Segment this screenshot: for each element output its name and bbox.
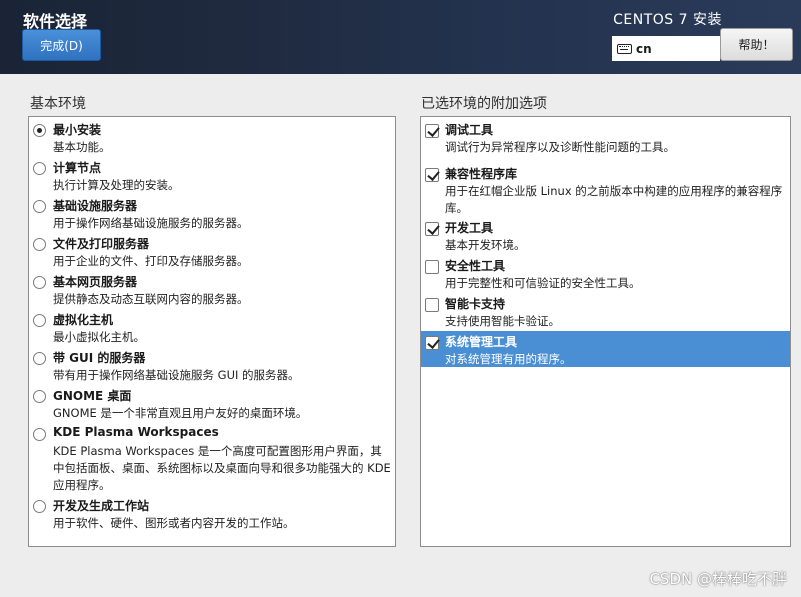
keyboard-layout-indicator[interactable]: cn: [612, 36, 720, 61]
radio-button[interactable]: [33, 314, 46, 327]
env-item-web-server[interactable]: 基本网页服务器 提供静态及动态互联网内容的服务器。: [29, 271, 395, 309]
addon-item-dev-tools[interactable]: 开发工具 基本开发环境。: [421, 217, 790, 255]
addon-title: 兼容性程序库: [445, 167, 518, 181]
done-button[interactable]: 完成(D): [22, 29, 101, 61]
addon-desc: 基本开发环境。: [445, 238, 526, 252]
addon-item-security-tools[interactable]: 安全性工具 用于完整性和可信验证的安全性工具。: [421, 255, 790, 293]
radio-button[interactable]: [33, 238, 46, 251]
addons-heading: 已选环境的附加选项: [421, 96, 547, 112]
radio-button[interactable]: [33, 162, 46, 175]
keyboard-layout-label: cn: [636, 41, 652, 56]
radio-button[interactable]: [33, 352, 46, 365]
product-title: CENTOS 7 安装: [613, 12, 722, 28]
env-desc: 提供静态及动态互联网内容的服务器。: [53, 292, 249, 306]
env-item-kde-plasma[interactable]: KDE Plasma Workspaces KDE Plasma Workspa…: [29, 423, 395, 495]
base-environment-heading: 基本环境: [30, 96, 86, 112]
addons-list: 调试工具 调试行为异常程序以及诊断性能问题的工具。 兼容性程序库 用于在红帽企业…: [420, 116, 791, 547]
env-title: 基础设施服务器: [53, 199, 138, 213]
env-title: GNOME 桌面: [53, 389, 132, 403]
env-title: 计算节点: [53, 161, 102, 175]
env-desc: 执行计算及处理的安装。: [53, 178, 180, 192]
env-title: 文件及打印服务器: [53, 237, 150, 251]
base-environment-list: 最小安装 基本功能。 计算节点 执行计算及处理的安装。 基础设施服务器 用于操作…: [28, 116, 396, 547]
addon-item-compat-libs[interactable]: 兼容性程序库 用于在红帽企业版 Linux 的之前版本中构建的应用程序的兼容程序…: [421, 163, 790, 215]
env-desc: 用于企业的文件、打印及存储服务器。: [53, 254, 249, 268]
env-title: 最小安装: [53, 123, 102, 137]
env-desc: 基本功能。: [53, 140, 111, 154]
env-title: 虚拟化主机: [53, 313, 114, 327]
addon-desc: 支持使用智能卡验证。: [445, 314, 560, 328]
checkbox[interactable]: [425, 168, 439, 182]
env-title: 带 GUI 的服务器: [53, 351, 146, 365]
radio-button[interactable]: [33, 200, 46, 213]
env-item-file-print-server[interactable]: 文件及打印服务器 用于企业的文件、打印及存储服务器。: [29, 233, 395, 271]
addon-item-debug-tools[interactable]: 调试工具 调试行为异常程序以及诊断性能问题的工具。: [421, 119, 790, 157]
env-item-virtualization-host[interactable]: 虚拟化主机 最小虚拟化主机。: [29, 309, 395, 347]
watermark: CSDN @棒棒吃不胖: [649, 570, 787, 588]
header-bar: 软件选择 完成(D) CENTOS 7 安装 cn 帮助！: [0, 0, 801, 74]
checkbox[interactable]: [425, 298, 439, 312]
addon-title: 系统管理工具: [445, 335, 518, 349]
env-title: 开发及生成工作站: [53, 499, 150, 513]
radio-button[interactable]: [33, 276, 46, 289]
checkbox[interactable]: [425, 124, 439, 138]
checkbox[interactable]: [425, 336, 439, 350]
env-item-dev-workstation[interactable]: 开发及生成工作站 用于软件、硬件、图形或者内容开发的工作站。: [29, 495, 395, 533]
radio-button[interactable]: [33, 124, 46, 137]
env-title: 基本网页服务器: [53, 275, 138, 289]
env-item-infrastructure-server[interactable]: 基础设施服务器 用于操作网络基础设施服务的服务器。: [29, 195, 395, 233]
help-button[interactable]: 帮助！: [720, 28, 793, 61]
env-desc: 最小虚拟化主机。: [53, 330, 145, 344]
addon-desc: 对系统管理有用的程序。: [445, 352, 572, 366]
addon-item-sysadmin-tools[interactable]: 系统管理工具 对系统管理有用的程序。: [421, 331, 790, 367]
addon-title: 调试工具: [445, 123, 494, 137]
addon-desc: 用于在红帽企业版 Linux 的之前版本中构建的应用程序的兼容程序库。: [445, 184, 783, 215]
keyboard-icon: [617, 43, 632, 54]
checkbox[interactable]: [425, 222, 439, 236]
addon-title: 开发工具: [445, 221, 494, 235]
env-desc: 带有用于操作网络基础设施服务 GUI 的服务器。: [53, 368, 300, 382]
env-title: KDE Plasma Workspaces: [53, 425, 219, 439]
env-desc: 用于软件、硬件、图形或者内容开发的工作站。: [53, 516, 295, 530]
radio-button[interactable]: [33, 428, 46, 441]
radio-button[interactable]: [33, 390, 46, 403]
env-desc: GNOME 是一个非常直观且用户友好的桌面环境。: [53, 406, 308, 420]
addon-desc: 用于完整性和可信验证的安全性工具。: [445, 276, 641, 290]
env-item-compute-node[interactable]: 计算节点 执行计算及处理的安装。: [29, 157, 395, 195]
checkbox[interactable]: [425, 260, 439, 274]
env-item-gnome-desktop[interactable]: GNOME 桌面 GNOME 是一个非常直观且用户友好的桌面环境。: [29, 385, 395, 423]
radio-button[interactable]: [33, 500, 46, 513]
env-desc: KDE Plasma Workspaces 是一个高度可配置图形用户界面，其中包…: [53, 444, 391, 492]
addon-item-smart-card[interactable]: 智能卡支持 支持使用智能卡验证。: [421, 293, 790, 331]
env-item-server-with-gui[interactable]: 带 GUI 的服务器 带有用于操作网络基础设施服务 GUI 的服务器。: [29, 347, 395, 385]
addon-title: 智能卡支持: [445, 297, 506, 311]
env-desc: 用于操作网络基础设施服务的服务器。: [53, 216, 249, 230]
addon-desc: 调试行为异常程序以及诊断性能问题的工具。: [445, 140, 675, 154]
addon-title: 安全性工具: [445, 259, 506, 273]
env-item-minimal[interactable]: 最小安装 基本功能。: [29, 119, 395, 157]
